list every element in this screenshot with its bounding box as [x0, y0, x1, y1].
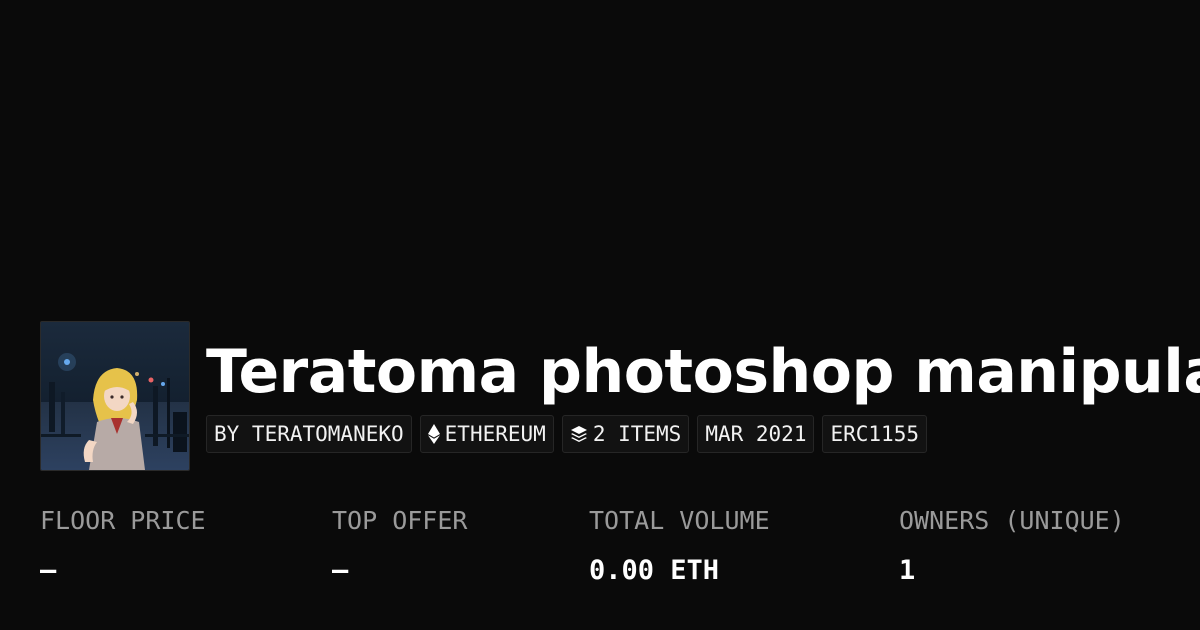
- standard-tag: ERC1155: [822, 415, 927, 453]
- owners-label: OWNERS (UNIQUE): [899, 506, 1125, 535]
- owners-value: 1: [899, 555, 916, 586]
- date-tag-label: MAR 2021: [705, 422, 807, 446]
- items-tag-label: 2 ITEMS: [592, 422, 682, 446]
- collection-avatar-image: [41, 322, 189, 470]
- chain-tag-label: ETHEREUM: [444, 422, 546, 446]
- total-volume-label: TOTAL VOLUME: [589, 506, 770, 535]
- top-offer-label: TOP OFFER: [332, 506, 468, 535]
- floor-price-label: FLOOR PRICE: [40, 506, 206, 535]
- date-tag: MAR 2021: [697, 415, 815, 453]
- top-offer-value: –: [332, 555, 349, 586]
- owners-stat: OWNERS (UNIQUE) 1: [899, 504, 1125, 588]
- floor-price-value: –: [40, 555, 57, 586]
- creator-tag-label: BY TERATOMANEKO: [214, 422, 404, 446]
- collection-avatar[interactable]: [40, 321, 190, 471]
- items-tag[interactable]: 2 ITEMS: [561, 415, 690, 453]
- total-volume-value: 0.00 ETH: [589, 555, 720, 586]
- total-volume-stat: TOTAL VOLUME 0.00 ETH: [589, 504, 770, 588]
- layers-icon: [570, 425, 588, 443]
- collection-card: Teratoma photoshop manipulations BY TERA…: [0, 0, 1200, 630]
- floor-price-stat: FLOOR PRICE –: [40, 504, 206, 588]
- collection-tags: BY TERATOMANEKO ETHEREUM 2 ITEMS MAR 202…: [206, 415, 927, 453]
- collection-title: Teratoma photoshop manipulations: [206, 337, 1200, 407]
- ethereum-icon: [427, 424, 440, 444]
- standard-tag-label: ERC1155: [830, 422, 919, 446]
- creator-tag[interactable]: BY TERATOMANEKO: [206, 415, 412, 453]
- chain-tag[interactable]: ETHEREUM: [419, 415, 554, 453]
- top-offer-stat: TOP OFFER –: [332, 504, 467, 588]
